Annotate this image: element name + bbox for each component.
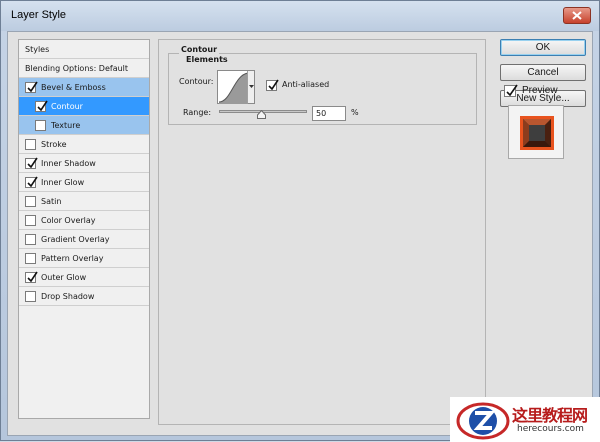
color-overlay-label: Color Overlay: [41, 215, 96, 225]
contour-checkbox[interactable]: [35, 100, 48, 112]
ok-button[interactable]: OK: [500, 39, 586, 56]
chevron-down-icon: [249, 85, 254, 88]
satin-label: Satin: [41, 196, 62, 206]
styles-list: Styles Blending Options: Default Bevel &…: [18, 39, 150, 419]
color-overlay-checkbox[interactable]: [25, 214, 36, 226]
outer-glow-checkbox[interactable]: [25, 271, 38, 283]
contour-picker[interactable]: [217, 70, 255, 104]
style-item-outer-glow[interactable]: Outer Glow: [19, 268, 149, 287]
style-item-inner-shadow[interactable]: Inner Shadow: [19, 154, 149, 173]
watermark-cn-text: 这里教程网: [512, 406, 588, 425]
contour-field-label: Contour:: [179, 77, 214, 86]
layer-style-window: Layer Style Styles Blending Options: Def…: [0, 0, 600, 442]
style-item-satin[interactable]: Satin: [19, 192, 149, 211]
contour-dropdown-arrow[interactable]: [247, 71, 254, 103]
panel-title: Contour: [179, 45, 220, 54]
style-item-pattern-overlay[interactable]: Pattern Overlay: [19, 249, 149, 268]
cancel-button[interactable]: Cancel: [500, 64, 586, 81]
inner-shadow-checkbox[interactable]: [25, 157, 38, 169]
watermark: 这里教程网 herecours.com: [450, 397, 600, 442]
close-button[interactable]: [563, 7, 591, 24]
pattern-overlay-checkbox[interactable]: [25, 252, 36, 264]
style-item-contour[interactable]: Contour: [19, 97, 149, 116]
watermark-en-text: herecours.com: [517, 424, 584, 434]
range-label: Range:: [183, 108, 212, 117]
texture-checkbox[interactable]: [35, 119, 46, 131]
checkmark-icon: [27, 81, 38, 92]
style-item-inner-glow[interactable]: Inner Glow: [19, 173, 149, 192]
site-logo-icon: [456, 402, 510, 440]
range-input[interactable]: 50: [312, 106, 346, 121]
anti-aliased-checkbox[interactable]: [266, 79, 279, 91]
style-item-texture[interactable]: Texture: [19, 116, 149, 135]
pattern-overlay-label: Pattern Overlay: [41, 253, 104, 263]
anti-aliased-label: Anti-aliased: [282, 80, 330, 89]
range-unit: %: [351, 108, 359, 117]
texture-label: Texture: [51, 120, 81, 130]
checkmark-icon: [27, 271, 38, 282]
contour-curve-icon: [219, 72, 248, 104]
bevel-emboss-checkbox[interactable]: [25, 81, 38, 93]
style-item-drop-shadow[interactable]: Drop Shadow: [19, 287, 149, 306]
window-title: Layer Style: [11, 9, 67, 21]
range-slider-thumb[interactable]: [257, 110, 266, 119]
inner-shadow-label: Inner Shadow: [41, 158, 96, 168]
contour-label: Contour: [51, 101, 83, 111]
gradient-overlay-checkbox[interactable]: [25, 233, 36, 245]
inner-glow-label: Inner Glow: [41, 177, 85, 187]
blending-options-item[interactable]: Blending Options: Default: [19, 59, 149, 78]
style-item-stroke[interactable]: Stroke: [19, 135, 149, 154]
contour-panel: Contour Elements Contour: Anti-aliased R…: [158, 39, 486, 425]
style-item-bevel-emboss[interactable]: Bevel & Emboss: [19, 78, 149, 97]
stroke-label: Stroke: [41, 139, 67, 149]
styles-header-label: Styles: [25, 44, 50, 54]
inner-glow-checkbox[interactable]: [25, 176, 38, 188]
bevel-emboss-label: Bevel & Emboss: [41, 82, 106, 92]
checkmark-icon: [37, 100, 48, 111]
satin-checkbox[interactable]: [25, 195, 36, 207]
blending-options-label: Blending Options: Default: [25, 63, 129, 73]
checkmark-icon: [506, 84, 518, 97]
style-item-gradient-overlay[interactable]: Gradient Overlay: [19, 230, 149, 249]
drop-shadow-label: Drop Shadow: [41, 291, 95, 301]
style-item-color-overlay[interactable]: Color Overlay: [19, 211, 149, 230]
outer-glow-label: Outer Glow: [41, 272, 87, 282]
close-icon: [572, 11, 582, 20]
checkmark-icon: [268, 79, 279, 91]
styles-header[interactable]: Styles: [19, 40, 149, 59]
preview-label: Preview: [522, 85, 558, 96]
drop-shadow-checkbox[interactable]: [25, 290, 36, 302]
title-bar[interactable]: Layer Style: [1, 1, 599, 31]
checkmark-icon: [27, 157, 38, 168]
preview-checkbox[interactable]: [504, 84, 518, 97]
elements-subtitle: Elements: [184, 55, 230, 64]
checkmark-icon: [27, 176, 38, 187]
stroke-checkbox[interactable]: [25, 138, 36, 150]
preview-swatch-image: [520, 116, 554, 150]
gradient-overlay-label: Gradient Overlay: [41, 234, 110, 244]
preview-thumbnail: [508, 105, 564, 159]
